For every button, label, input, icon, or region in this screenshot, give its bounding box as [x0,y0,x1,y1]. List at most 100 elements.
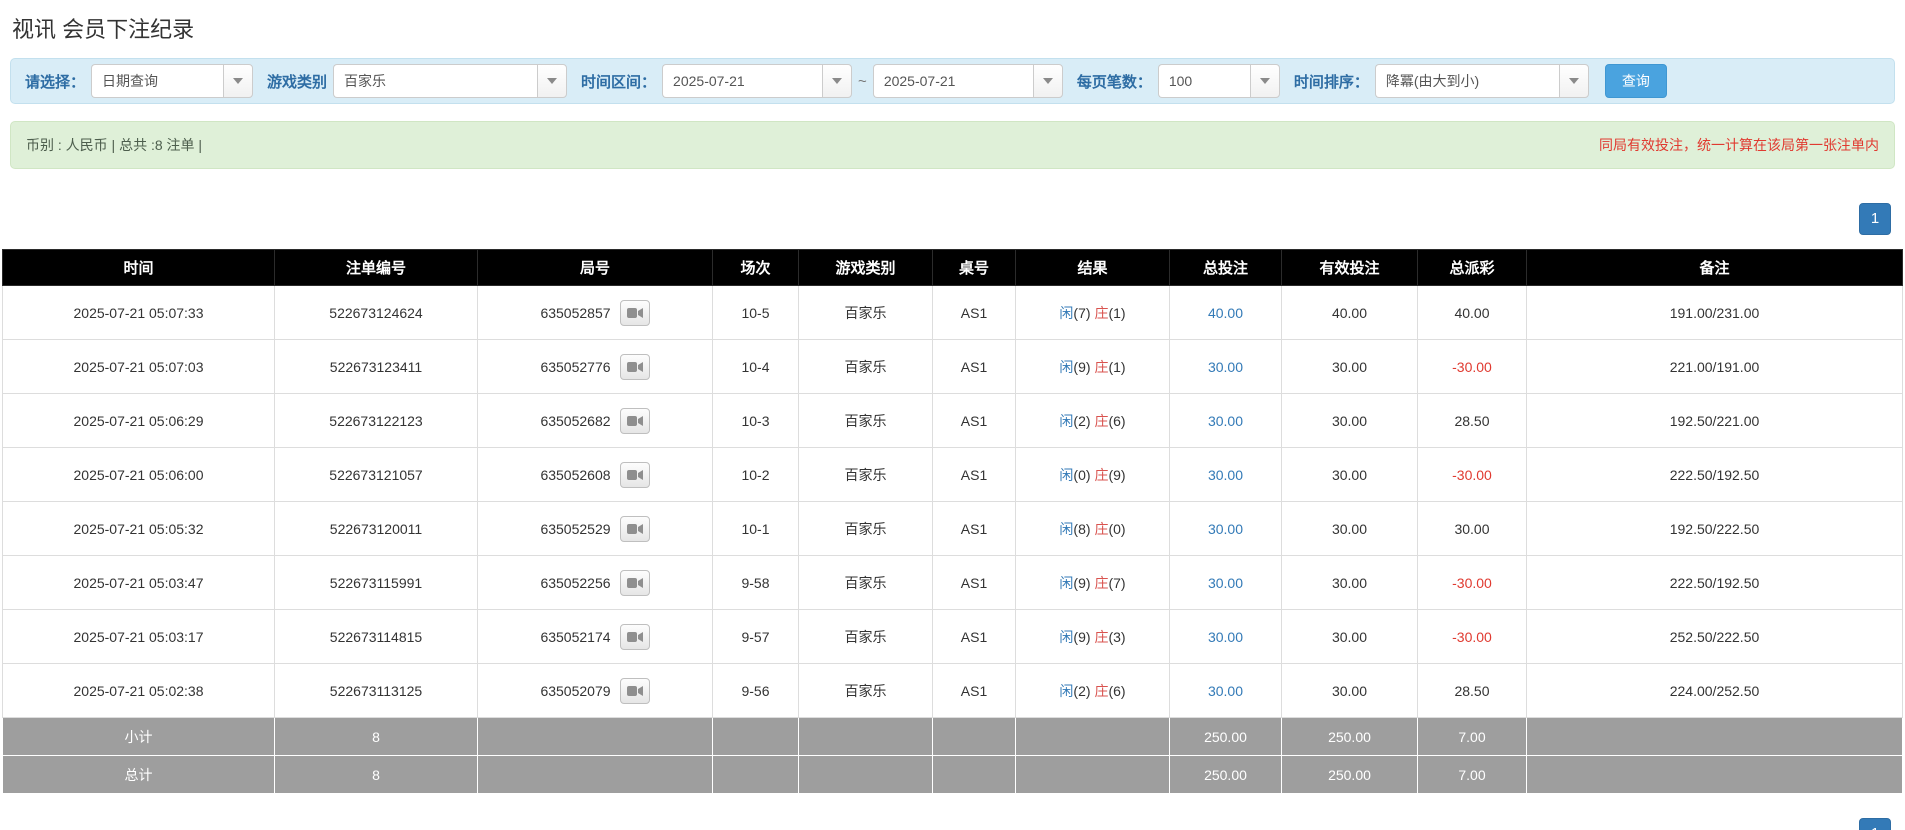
page-size-input[interactable] [1157,64,1250,98]
table-body: 2025-07-21 05:07:33 522673124624 6350528… [2,285,1903,718]
summary-empty-cell [1526,717,1903,756]
round-video-button[interactable] [619,461,650,488]
summary-empty-cell [477,717,713,756]
banker-result-label: 庄 [1094,574,1109,591]
round-video-button[interactable] [619,623,650,650]
bet-records-table-wrap: 时间 注单编号 局号 场次 游戏类别 桌号 结果 总投注 有效投注 总派彩 备注… [2,249,1903,794]
table-row: 2025-07-21 05:03:47 522673115991 6350522… [2,555,1903,610]
banker-result-label: 庄 [1094,466,1109,483]
total-bet-link[interactable]: 30.00 [1208,413,1243,429]
chevron-down-icon [547,78,558,84]
valid-bet: 30.00 [1281,555,1418,610]
round-id: 635052776 [540,358,611,375]
valid-bet: 30.00 [1281,663,1418,718]
total-bet-link[interactable]: 30.00 [1208,575,1243,591]
chevron-down-icon [1259,78,1270,84]
total-bet-cell: 30.00 [1169,501,1282,556]
bet-id: 522673122123 [274,393,478,448]
chevron-down-icon [1568,78,1579,84]
total-bet-link[interactable]: 30.00 [1208,683,1243,699]
video-icon [626,307,643,318]
banker-result-score: (0) [1108,520,1126,537]
query-type-dropdown-toggle[interactable] [223,64,254,98]
valid-bet: 30.00 [1281,501,1418,556]
round-video-button[interactable] [619,515,650,542]
valid-bet: 30.00 [1281,393,1418,448]
summary-total-bet: 250.00 [1169,717,1282,756]
chevron-down-icon [233,78,244,84]
search-button[interactable]: 查询 [1604,64,1667,98]
query-type-combobox [91,64,254,98]
round-cell: 635052776 [477,339,713,394]
round-video-button[interactable] [619,569,650,596]
col-header-total-bet: 总投注 [1169,249,1282,286]
payout: -30.00 [1417,609,1527,664]
round-video-button[interactable] [619,299,650,326]
banker-result-score: (1) [1108,358,1126,375]
banker-result-label: 庄 [1094,412,1109,429]
game-type-input[interactable] [333,64,538,98]
total-bet-link[interactable]: 30.00 [1208,359,1243,375]
game-type-dropdown-toggle[interactable] [537,64,568,98]
total-bet-link[interactable]: 40.00 [1208,305,1243,321]
session: 9-56 [712,663,799,718]
sort-order-input[interactable] [1374,64,1559,98]
pagination-top: 1 [10,203,1891,235]
bet-id: 522673115991 [274,555,478,610]
session: 9-57 [712,609,799,664]
date-to-input[interactable] [872,64,1033,98]
table-number: AS1 [932,663,1016,718]
sort-order-combobox [1374,64,1589,98]
date-to-dropdown-toggle[interactable] [1032,64,1063,98]
date-from-input[interactable] [662,64,823,98]
round-cell: 635052608 [477,447,713,502]
session: 10-2 [712,447,799,502]
round-video-button[interactable] [619,407,650,434]
game-type: 百家乐 [798,501,933,556]
player-result-score: (7) [1073,304,1091,321]
bet-time: 2025-07-21 05:06:29 [2,393,275,448]
valid-bet: 30.00 [1281,609,1418,664]
round-video-button[interactable] [619,353,650,380]
pagination-page-1[interactable]: 1 [1859,203,1891,235]
bet-time: 2025-07-21 05:03:47 [2,555,275,610]
pagination-page-1-bottom[interactable]: 1 [1859,818,1891,830]
summary-empty-cell [1015,717,1170,756]
round-cell: 635052857 [477,285,713,340]
valid-bet: 40.00 [1281,285,1418,340]
player-result-label: 闲 [1059,682,1074,699]
payout: -30.00 [1417,555,1527,610]
col-header-game-type: 游戏类别 [798,249,933,286]
player-result-score: (2) [1073,682,1091,699]
round-video-button[interactable] [619,677,650,704]
video-icon [626,685,643,696]
query-type-input[interactable] [91,64,224,98]
bet-id: 522673114815 [274,609,478,664]
summary-payout: 7.00 [1417,755,1527,794]
game-type: 百家乐 [798,609,933,664]
total-bet-link[interactable]: 30.00 [1208,629,1243,645]
page-size-dropdown-toggle[interactable] [1249,64,1280,98]
session: 10-5 [712,285,799,340]
total-bet-link[interactable]: 30.00 [1208,467,1243,483]
summary-row: 总计 8 250.00 250.00 7.00 [2,755,1903,794]
table-header: 时间 注单编号 局号 场次 游戏类别 桌号 结果 总投注 有效投注 总派彩 备注 [2,249,1903,286]
round-id: 635052857 [540,304,611,321]
game-type: 百家乐 [798,339,933,394]
sort-order-dropdown-toggle[interactable] [1558,64,1589,98]
chevron-down-icon [1042,78,1053,84]
summary-empty-cell [712,755,799,794]
total-bet-link[interactable]: 30.00 [1208,521,1243,537]
summary-label: 小计 [2,717,275,756]
payout: 28.50 [1417,393,1527,448]
banker-result-score: (9) [1108,466,1126,483]
banker-result-label: 庄 [1094,520,1109,537]
player-result-label: 闲 [1059,574,1074,591]
date-from-dropdown-toggle[interactable] [822,64,853,98]
summary-valid-bet: 250.00 [1281,755,1418,794]
round-id: 635052256 [540,574,611,591]
table-row: 2025-07-21 05:06:00 522673121057 6350526… [2,447,1903,502]
banker-result-score: (3) [1108,628,1126,645]
player-result-label: 闲 [1059,628,1074,645]
session: 10-3 [712,393,799,448]
